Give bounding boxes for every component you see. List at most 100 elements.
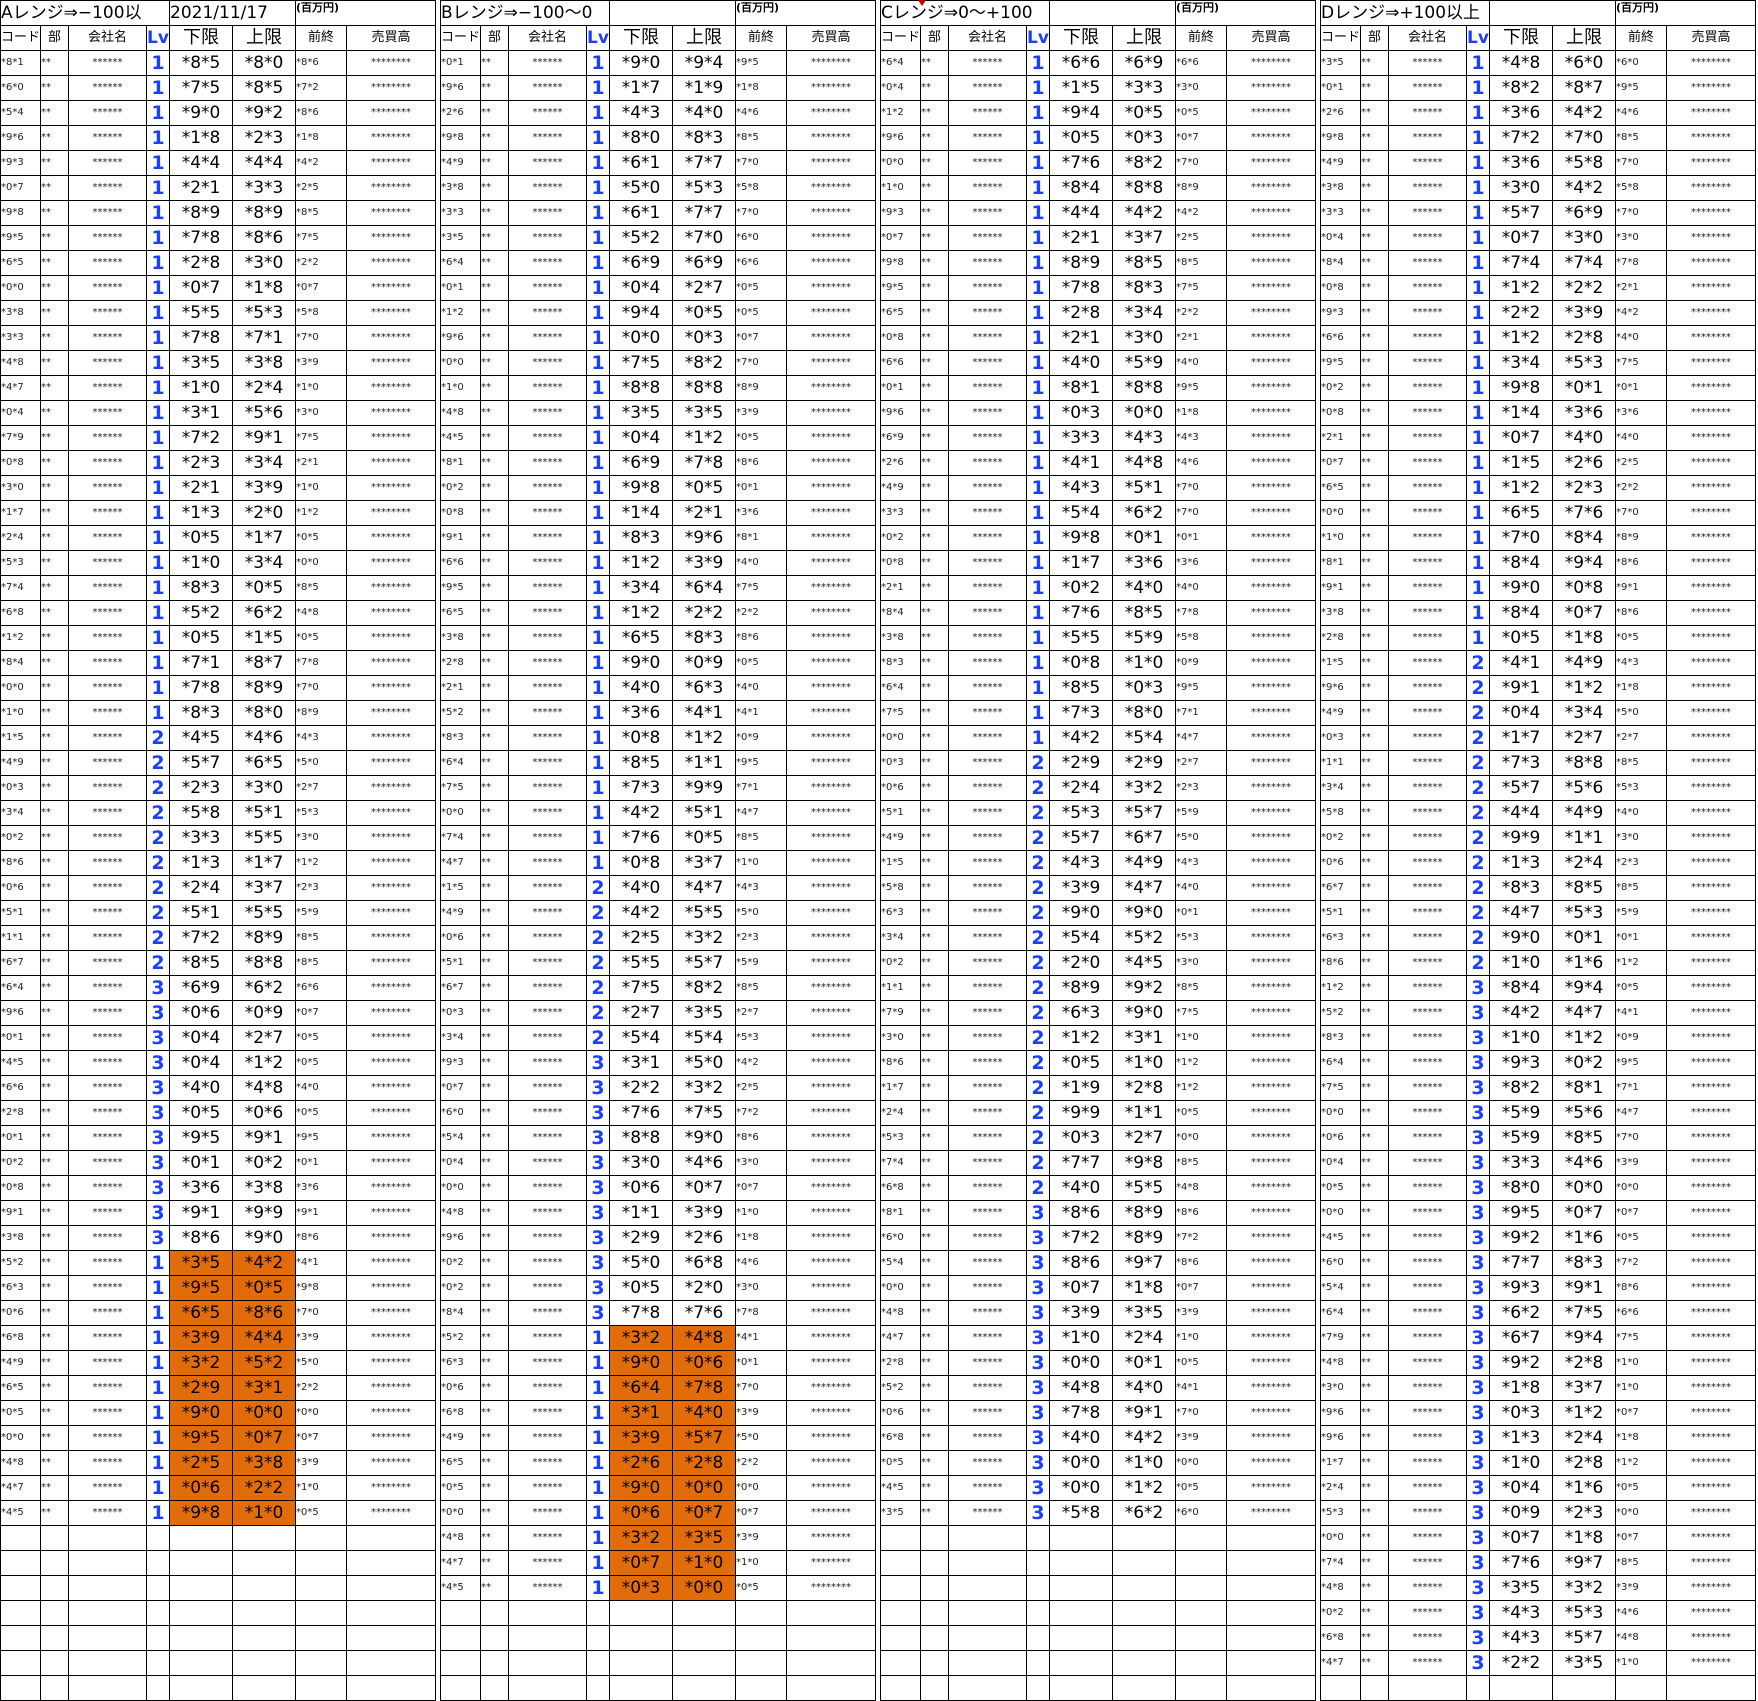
empty-cell bbox=[439, 1650, 482, 1676]
cell-upper: *2*8 bbox=[1552, 1450, 1617, 1476]
cell-upper: *7*7 bbox=[672, 150, 737, 176]
cell-company: ****** bbox=[1388, 1200, 1468, 1226]
cell-sales: ******** bbox=[786, 375, 877, 401]
cell-sales: ******** bbox=[346, 625, 437, 651]
cell-code: *0*0 bbox=[0, 275, 42, 301]
cell-dept: ** bbox=[920, 750, 950, 776]
cell-lv: 3 bbox=[1466, 1250, 1491, 1276]
cell-lower: *4*3 bbox=[1049, 850, 1114, 876]
cell-dept: ** bbox=[480, 550, 510, 576]
cell-code: *4*5 bbox=[0, 1050, 42, 1076]
cell-lv: 2 bbox=[1466, 800, 1491, 826]
cell-lower: *0*4 bbox=[609, 275, 674, 301]
cell-company: ****** bbox=[1388, 1500, 1468, 1526]
header-lv: Lv bbox=[1026, 25, 1051, 51]
table-row: *0*3 ** ****** 2 *2*9 *2*9 *2*7 ******** bbox=[879, 750, 1317, 776]
cell-dept: ** bbox=[1360, 1375, 1390, 1401]
cell-company: ****** bbox=[948, 825, 1028, 851]
cell-upper: *2*4 bbox=[1112, 1325, 1177, 1351]
table-row: *6*5 ** ****** 1 *1*2 *2*3 *2*2 ******** bbox=[1319, 475, 1757, 501]
unit-label: (百万円) bbox=[735, 0, 877, 26]
header-lower: 下限 bbox=[1489, 25, 1554, 51]
cell-code: *0*1 bbox=[439, 50, 482, 76]
cell-code: *2*8 bbox=[1319, 625, 1362, 651]
range-title: Aレンジ⇒−100以 bbox=[0, 0, 171, 26]
cell-sales: ******** bbox=[1666, 1325, 1757, 1351]
cell-company: ****** bbox=[1388, 875, 1468, 901]
table-row: *1*0 ** ****** 1 *8*3 *8*0 *8*9 ******** bbox=[0, 700, 437, 726]
cell-company: ****** bbox=[1388, 950, 1468, 976]
cell-sales: ******** bbox=[786, 1550, 877, 1576]
table-row: *0*8 ** ****** 1 *1*7 *3*6 *3*6 ******** bbox=[879, 550, 1317, 576]
cell-sales: ******** bbox=[346, 725, 437, 751]
cell-dept: ** bbox=[40, 1200, 70, 1226]
cell-upper: *0*6 bbox=[672, 1350, 737, 1376]
table-row bbox=[879, 1600, 1317, 1626]
cell-prev: *1*8 bbox=[1615, 1425, 1668, 1451]
cell-prev: *8*9 bbox=[1175, 175, 1228, 201]
cell-prev: *4*6 bbox=[1615, 1600, 1668, 1626]
cell-lv: 2 bbox=[1466, 775, 1491, 801]
cell-lv: 3 bbox=[1466, 1075, 1491, 1101]
cell-dept: ** bbox=[920, 1200, 950, 1226]
cell-sales: ******** bbox=[1226, 1200, 1317, 1226]
cell-company: ****** bbox=[1388, 475, 1468, 501]
cell-lv: 1 bbox=[146, 1475, 171, 1501]
cell-lv: 1 bbox=[1466, 275, 1491, 301]
cell-lv: 1 bbox=[1026, 700, 1051, 726]
cell-sales: ******** bbox=[1226, 1400, 1317, 1426]
cell-lv: 1 bbox=[586, 1475, 611, 1501]
cell-dept: ** bbox=[1360, 350, 1390, 376]
empty-cell bbox=[786, 1675, 877, 1701]
cell-code: *5*8 bbox=[1319, 800, 1362, 826]
cell-lv: 1 bbox=[146, 150, 171, 176]
table-row bbox=[0, 1525, 437, 1551]
cell-dept: ** bbox=[920, 975, 950, 1001]
cell-code: *1*2 bbox=[879, 100, 922, 126]
cell-lower: *1*0 bbox=[1049, 1325, 1114, 1351]
cell-sales: ******** bbox=[786, 500, 877, 526]
empty-cell bbox=[346, 1550, 437, 1576]
empty-cell bbox=[1666, 1675, 1757, 1701]
cell-code: *4*9 bbox=[0, 750, 42, 776]
cell-sales: ******** bbox=[786, 700, 877, 726]
cell-dept: ** bbox=[920, 1375, 950, 1401]
cell-prev: *6*6 bbox=[735, 250, 788, 276]
table-row: *6*4 ** ****** 1 *8*5 *0*3 *9*5 ******** bbox=[879, 675, 1317, 701]
cell-dept: ** bbox=[920, 1300, 950, 1326]
cell-code: *4*7 bbox=[0, 375, 42, 401]
cell-sales: ******** bbox=[1666, 425, 1757, 451]
cell-lower: *8*5 bbox=[169, 50, 234, 76]
cell-prev: *9*1 bbox=[1615, 575, 1668, 601]
cell-lv: 1 bbox=[1466, 100, 1491, 126]
table-row: *6*8 ** ****** 1 *5*2 *6*2 *4*8 ******** bbox=[0, 600, 437, 626]
cell-code: *4*7 bbox=[0, 1475, 42, 1501]
cell-lv: 3 bbox=[146, 975, 171, 1001]
cell-sales: ******** bbox=[1226, 125, 1317, 151]
cell-code: *8*1 bbox=[879, 1200, 922, 1226]
table-row: *4*8 ** ****** 1 *3*5 *3*5 *3*9 ******** bbox=[439, 400, 877, 426]
cell-sales: ******** bbox=[786, 1200, 877, 1226]
cell-company: ****** bbox=[1388, 75, 1468, 101]
cell-prev: *1*2 bbox=[295, 850, 348, 876]
cell-lower: *7*3 bbox=[609, 775, 674, 801]
cell-prev: *7*0 bbox=[295, 325, 348, 351]
cell-lower: *5*4 bbox=[609, 1025, 674, 1051]
table-row: *6*5 ** ****** 1 *1*2 *2*2 *2*2 ******** bbox=[439, 600, 877, 626]
cell-lower: *4*0 bbox=[609, 675, 674, 701]
empty-cell bbox=[146, 1600, 171, 1626]
cell-upper: *0*1 bbox=[1112, 1350, 1177, 1376]
cell-company: ****** bbox=[1388, 375, 1468, 401]
cell-dept: ** bbox=[480, 1125, 510, 1151]
table-row: *1*5 ** ****** 2 *4*3 *4*9 *4*3 ******** bbox=[879, 850, 1317, 876]
cell-lv: 1 bbox=[1026, 475, 1051, 501]
cell-upper: *8*8 bbox=[1112, 375, 1177, 401]
empty-cell bbox=[1226, 1525, 1317, 1551]
cell-code: *1*5 bbox=[0, 725, 42, 751]
cell-company: ****** bbox=[948, 1025, 1028, 1051]
cell-company: ****** bbox=[68, 150, 148, 176]
cell-prev: *1*2 bbox=[1615, 1450, 1668, 1476]
table-row: *5*4 ** ****** 3 *8*6 *9*7 *8*6 ******** bbox=[879, 1250, 1317, 1276]
cell-prev: *5*0 bbox=[735, 1425, 788, 1451]
cell-lv: 1 bbox=[1466, 425, 1491, 451]
